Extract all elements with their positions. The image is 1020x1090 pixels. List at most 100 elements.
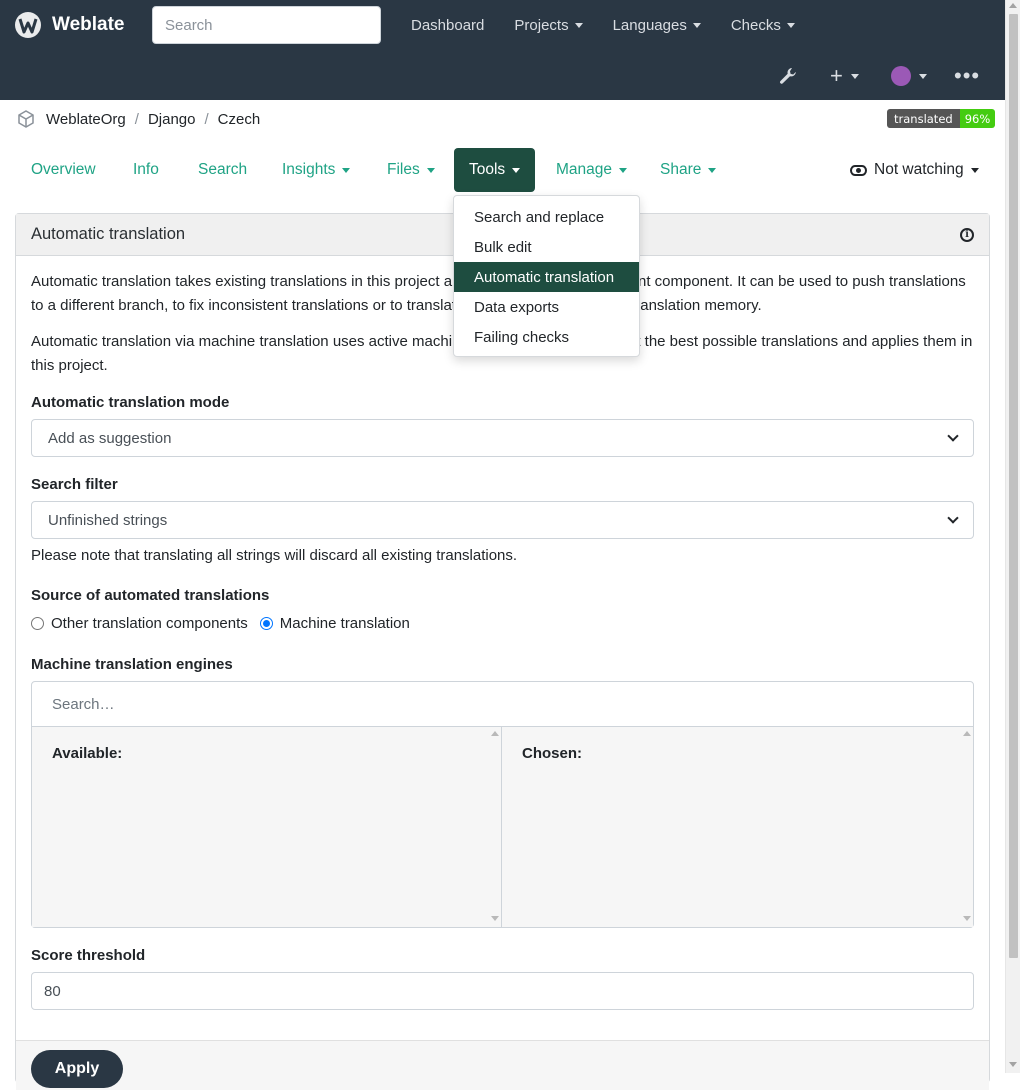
panel-title: Automatic translation <box>31 225 186 243</box>
chevron-down-icon <box>947 430 959 442</box>
caret-down-icon <box>342 167 351 173</box>
scroll-down-icon[interactable] <box>963 916 971 921</box>
tab-tools-label: Tools <box>469 161 506 178</box>
caret-down-icon <box>708 167 717 173</box>
nav-dashboard[interactable]: Dashboard <box>396 14 499 36</box>
nav-languages-label: Languages <box>612 16 687 34</box>
tab-overview[interactable]: Overview <box>31 148 96 192</box>
top-navbar: Weblate Dashboard Projects Languages Che… <box>0 0 1005 100</box>
engines-search-input[interactable]: Search… <box>32 682 973 727</box>
breadcrumb-component[interactable]: Django <box>148 111 196 128</box>
engines-label: Machine translation engines <box>31 656 233 673</box>
caret-down-icon <box>512 167 521 173</box>
tab-info[interactable]: Info <box>133 148 159 192</box>
scroll-up-icon[interactable] <box>963 731 971 736</box>
breadcrumb-separator: / <box>204 110 209 128</box>
info-icon[interactable]: i <box>960 227 974 242</box>
nav-checks[interactable]: Checks <box>716 14 810 36</box>
available-title: Available: <box>52 745 123 762</box>
caret-down-icon <box>574 22 583 28</box>
breadcrumb-language[interactable]: Czech <box>218 111 261 128</box>
breadcrumb-project[interactable]: WeblateOrg <box>46 111 126 128</box>
tab-overview-label: Overview <box>31 161 96 178</box>
filter-select[interactable]: Unfinished strings <box>31 501 974 539</box>
radio-components[interactable] <box>31 617 44 630</box>
watch-label: Not watching <box>874 161 964 178</box>
panel-footer <box>16 1040 989 1090</box>
mode-select[interactable]: Add as suggestion <box>31 419 974 457</box>
user-menu[interactable] <box>891 62 927 90</box>
caret-down-icon <box>619 167 628 173</box>
nav-dashboard-label: Dashboard <box>411 16 485 34</box>
threshold-input[interactable]: 80 <box>31 972 974 1010</box>
project-icon <box>18 110 34 128</box>
tab-files[interactable]: Files <box>387 148 435 192</box>
tab-insights-label: Insights <box>282 161 336 178</box>
engines-multiselect: Search… Available: Chosen: <box>31 681 974 928</box>
tab-files-label: Files <box>387 161 420 178</box>
chosen-scrollbar[interactable] <box>961 727 973 927</box>
plus-icon: + <box>830 63 843 88</box>
tab-insights[interactable]: Insights <box>282 148 351 192</box>
tab-share[interactable]: Share <box>660 148 717 192</box>
add-menu[interactable]: + <box>830 62 859 90</box>
translated-badge[interactable]: translated 96% <box>887 109 996 128</box>
watch-button[interactable]: Not watching <box>850 148 979 192</box>
mode-select-value: Add as suggestion <box>48 429 172 447</box>
engines-chosen-list[interactable]: Chosen: <box>502 727 973 927</box>
nav-projects[interactable]: Projects <box>499 14 597 36</box>
scroll-thumb[interactable] <box>1009 14 1018 958</box>
caret-down-icon <box>786 22 795 28</box>
source-option-machine[interactable]: Machine translation <box>259 615 410 632</box>
breadcrumb: WeblateOrg / Django / Czech <box>16 108 260 130</box>
tab-share-label: Share <box>660 161 702 178</box>
scroll-down-icon[interactable] <box>1009 1062 1017 1067</box>
menu-item-data-exports[interactable]: Data exports <box>454 292 639 322</box>
menu-item-bulk-edit[interactable]: Bulk edit <box>454 232 639 262</box>
page-scrollbar[interactable] <box>1005 0 1020 1073</box>
more-icon[interactable]: ••• <box>954 62 980 90</box>
radio-machine-label: Machine translation <box>279 615 410 632</box>
more-icon-glyph: ••• <box>954 63 981 88</box>
menu-item-failing-checks[interactable]: Failing checks <box>454 322 639 352</box>
wrench-icon[interactable] <box>778 62 798 90</box>
source-option-components[interactable]: Other translation components <box>31 615 248 632</box>
caret-down-icon <box>919 73 927 79</box>
caret-down-icon <box>692 22 701 28</box>
breadcrumb-separator: / <box>134 110 139 128</box>
weblate-logo-icon <box>15 12 41 38</box>
scroll-up-icon[interactable] <box>1009 3 1017 8</box>
engines-available-list[interactable]: Available: <box>32 727 502 927</box>
menu-item-automatic-translation[interactable]: Automatic translation <box>454 262 639 292</box>
scroll-up-icon[interactable] <box>491 731 499 736</box>
mode-label: Automatic translation mode <box>31 394 230 411</box>
apply-button[interactable]: Apply <box>31 1050 123 1088</box>
tools-dropdown-menu: Search and replace Bulk edit Automatic t… <box>453 195 640 357</box>
chosen-title: Chosen: <box>522 745 582 762</box>
tab-manage-label: Manage <box>556 161 613 178</box>
caret-down-icon <box>426 167 435 173</box>
caret-down-icon <box>970 167 979 173</box>
source-radio-group: Other translation components Machine tra… <box>31 615 410 632</box>
avatar <box>891 66 911 86</box>
filter-select-value: Unfinished strings <box>48 511 168 529</box>
tab-tools[interactable]: Tools <box>454 148 536 192</box>
available-scrollbar[interactable] <box>489 727 501 927</box>
menu-item-search-replace[interactable]: Search and replace <box>454 202 639 232</box>
badge-value: 96% <box>959 109 996 128</box>
tab-manage[interactable]: Manage <box>556 148 628 192</box>
nav-tools: + ••• <box>0 62 1005 90</box>
filter-note: Please note that translating all strings… <box>31 547 518 564</box>
radio-machine[interactable] <box>259 617 273 630</box>
brand[interactable]: Weblate <box>14 11 125 39</box>
brand-name: Weblate <box>52 14 125 35</box>
scroll-down-icon[interactable] <box>491 916 499 921</box>
caret-down-icon <box>850 73 859 79</box>
threshold-label: Score threshold <box>31 947 146 964</box>
search-input[interactable] <box>152 6 381 44</box>
source-label: Source of automated translations <box>31 587 270 604</box>
tab-search[interactable]: Search <box>198 148 247 192</box>
tab-info-label: Info <box>133 161 159 178</box>
nav-languages[interactable]: Languages <box>598 14 716 36</box>
tab-search-label: Search <box>198 161 248 178</box>
